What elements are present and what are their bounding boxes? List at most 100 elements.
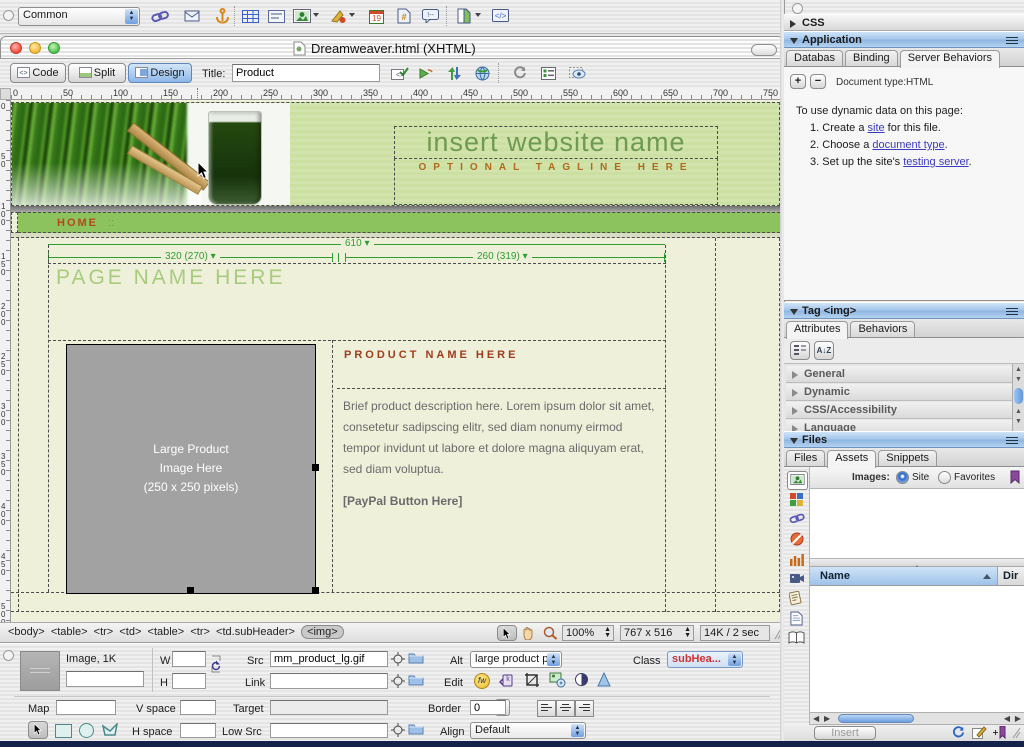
ruler-horizontal[interactable]: 0501001502002503003504004505005506006507… [11, 88, 784, 100]
align-select[interactable]: Default▲▼ [470, 722, 586, 739]
nav-home-link[interactable]: HOME [57, 217, 98, 229]
title-input[interactable] [232, 64, 380, 82]
table-icon[interactable] [238, 6, 262, 26]
refresh-icon[interactable] [508, 63, 532, 83]
reset-size-icon[interactable] [210, 654, 222, 674]
tag-body[interactable]: <body> [8, 626, 45, 638]
disclosure-down-icon[interactable] [790, 309, 798, 315]
scroll-right-arrow[interactable]: ▶ [1015, 714, 1021, 723]
rectangle-hotspot-tool[interactable] [55, 724, 72, 738]
point-to-file-icon[interactable] [391, 674, 405, 688]
scroll-left-arrow[interactable]: ◀ [1004, 714, 1010, 723]
disclosure-down-icon[interactable] [790, 438, 798, 444]
tab-files[interactable]: Files [786, 450, 825, 466]
file-management-icon[interactable] [442, 63, 466, 83]
hand-tool-button[interactable] [521, 626, 536, 640]
tab-databases[interactable]: Databas [786, 50, 843, 66]
resize-handle-corner[interactable] [312, 587, 319, 594]
templates-dropdown-arrow[interactable] [475, 13, 481, 17]
preview-browser-icon[interactable] [470, 63, 494, 83]
target-field[interactable] [270, 700, 388, 715]
tag-td-subheader[interactable]: <td.subHeader> [216, 626, 295, 638]
refresh-list-icon[interactable] [952, 726, 965, 739]
tag-panel-header[interactable]: Tag <img> [784, 302, 1024, 319]
zoom-button[interactable] [48, 42, 60, 54]
dock-collapse-widget[interactable] [792, 3, 803, 14]
align-left-button[interactable] [537, 700, 556, 717]
insert-asset-button[interactable]: Insert [814, 726, 876, 740]
templates-icon[interactable] [452, 6, 476, 26]
images-icon[interactable] [787, 471, 808, 490]
tab-snippets[interactable]: Snippets [878, 450, 937, 466]
crop-icon[interactable] [524, 672, 540, 688]
border-field[interactable] [470, 700, 506, 715]
files-panel-header[interactable]: Files [784, 431, 1024, 448]
media-dropdown-arrow[interactable] [349, 13, 355, 17]
align-center-button[interactable] [556, 700, 575, 717]
category-dynamic[interactable]: Dynamic [786, 384, 1012, 401]
paypal-placeholder[interactable]: [PayPal Button Here] [343, 494, 462, 508]
urls-icon[interactable] [789, 512, 805, 524]
tagline-cell[interactable]: OPTIONAL TAGLINE HERE [394, 158, 718, 205]
comment-icon[interactable]: !-- [418, 6, 442, 26]
site-link[interactable]: site [868, 122, 885, 134]
insert-div-icon[interactable] [264, 6, 288, 26]
visual-aids-icon[interactable] [566, 63, 590, 83]
templates-icon[interactable] [790, 611, 803, 626]
resize-handle-right[interactable] [312, 464, 319, 471]
scroll-up-arrow[interactable]: ▲ [1015, 408, 1022, 415]
page-name-text[interactable]: PAGE NAME HERE [56, 266, 285, 290]
tab-attributes[interactable]: Attributes [786, 321, 848, 339]
server-include-icon[interactable]: # [392, 6, 416, 26]
remove-behavior-button[interactable]: − [810, 74, 826, 89]
src-field[interactable] [270, 651, 388, 667]
lowsrc-field[interactable] [270, 723, 388, 738]
document-window-titlebar[interactable]: Dreamweaver.html (XHTML) [0, 36, 784, 59]
sharpen-icon[interactable] [597, 672, 611, 687]
category-css-accessibility[interactable]: CSS/Accessibility [786, 402, 1012, 419]
product-name-text[interactable]: PRODUCT NAME HERE [344, 349, 518, 361]
category-view-button[interactable] [790, 341, 810, 360]
asset-list-body[interactable] [810, 586, 1024, 712]
palette-collapse-widget[interactable] [3, 10, 14, 21]
name-column-header[interactable]: Name [810, 567, 998, 585]
window-size-select[interactable]: 767 x 516▲▼ [620, 625, 694, 641]
assets-h-scrollbar[interactable]: ◀ ▶ ◀ ▶ [810, 712, 1024, 725]
design-canvas[interactable]: insert website name OPTIONAL TAGLINE HER… [11, 100, 784, 622]
tab-server-behaviors[interactable]: Server Behaviors [900, 50, 1000, 68]
view-options-icon[interactable] [536, 63, 560, 83]
preview-debug-icon[interactable] [414, 63, 438, 83]
dir-column-header[interactable]: Dir [998, 567, 1024, 585]
scroll-down-arrow[interactable]: ▼ [1015, 418, 1022, 425]
image-icon[interactable] [290, 6, 314, 26]
scroll-left-arrow[interactable]: ◀ [813, 714, 819, 723]
document-type-link[interactable]: document type [872, 139, 944, 151]
left-column-width-label[interactable]: 320 (270) ▾ [161, 251, 220, 262]
colors-icon[interactable] [790, 493, 804, 506]
media-icon[interactable] [326, 6, 350, 26]
split-view-button[interactable]: Split [68, 63, 126, 83]
browse-folder-icon[interactable] [408, 722, 424, 735]
flash-icon[interactable] [790, 532, 804, 546]
class-select[interactable]: subHea...▲▼ [667, 651, 743, 668]
panel-menu-icon[interactable] [1006, 308, 1018, 315]
check-page-icon[interactable]: <> [388, 63, 412, 83]
scroll-right-arrow[interactable]: ▶ [824, 714, 830, 723]
disclosure-right-icon[interactable] [790, 20, 796, 28]
site-radio[interactable] [896, 471, 909, 484]
zoom-tool-button[interactable] [543, 626, 558, 640]
oval-hotspot-tool[interactable] [79, 723, 94, 738]
height-field[interactable] [172, 673, 206, 689]
hyperlink-icon[interactable] [148, 6, 172, 26]
code-view-button[interactable]: <>Code [10, 63, 66, 83]
select-tool-button[interactable] [497, 625, 517, 641]
scroll-down-arrow[interactable]: ▼ [1015, 376, 1022, 383]
tag-tr[interactable]: <tr> [94, 626, 114, 638]
vspace-field[interactable] [180, 700, 216, 715]
tag-img-selected[interactable]: <img> [301, 625, 344, 639]
image-dropdown-arrow[interactable] [313, 13, 319, 17]
minimize-button[interactable] [29, 42, 41, 54]
resample-icon[interactable] [549, 672, 566, 688]
panel-menu-icon[interactable] [1006, 437, 1018, 444]
site-name-cell[interactable]: insert website name [394, 126, 718, 159]
